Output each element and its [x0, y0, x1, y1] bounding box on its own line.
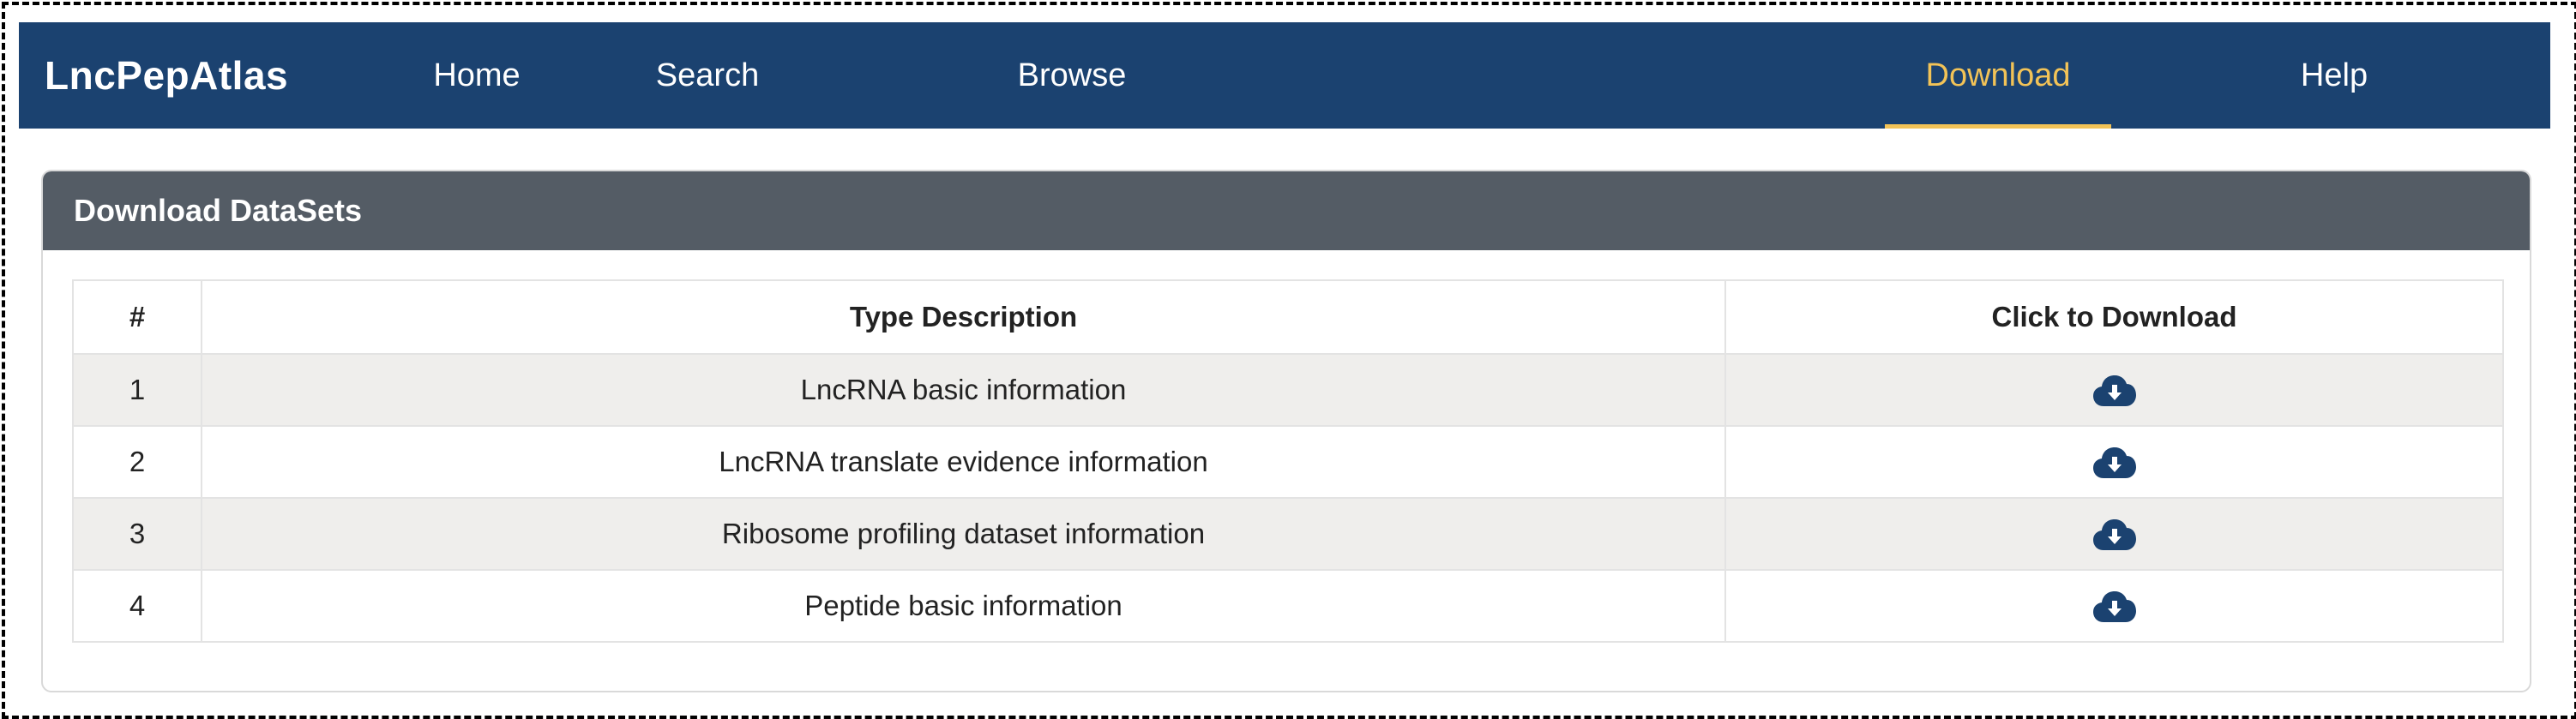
table-row: 4 Peptide basic information	[72, 569, 2504, 643]
row-number: 1	[72, 353, 202, 427]
table-header-row: # Type Description Click to Download	[72, 279, 2504, 355]
row-download-cell	[1724, 569, 2504, 643]
datasets-table-wrapper: # Type Description Click to Download 1 L…	[72, 279, 2504, 643]
row-number: 4	[72, 569, 202, 643]
top-navbar: LncPepAtlas Home Search Browse Download …	[19, 22, 2550, 129]
row-number: 2	[72, 425, 202, 499]
row-description: Peptide basic information	[201, 569, 1726, 643]
nav-help[interactable]: Help	[2248, 22, 2420, 129]
table-row: 2 LncRNA translate evidence information	[72, 425, 2504, 499]
nav-search[interactable]: Search	[564, 22, 851, 129]
header-type-description: Type Description	[201, 279, 1726, 355]
panel-title: Download DataSets	[43, 171, 2530, 250]
cloud-download-icon[interactable]	[2092, 374, 2137, 408]
cloud-download-icon[interactable]	[2092, 518, 2137, 552]
row-download-cell	[1724, 425, 2504, 499]
nav-home[interactable]: Home	[382, 22, 571, 129]
row-description: Ribosome profiling dataset information	[201, 497, 1726, 571]
row-download-cell	[1724, 497, 2504, 571]
table-row: 3 Ribosome profiling dataset information	[72, 497, 2504, 571]
nav-browse[interactable]: Browse	[926, 22, 1218, 129]
row-description: LncRNA basic information	[201, 353, 1726, 427]
datasets-table: # Type Description Click to Download 1 L…	[72, 279, 2504, 643]
nav-download[interactable]: Download	[1885, 22, 2111, 129]
cloud-download-icon[interactable]	[2092, 446, 2137, 480]
header-number: #	[72, 279, 202, 355]
cloud-download-icon[interactable]	[2092, 590, 2137, 624]
row-number: 3	[72, 497, 202, 571]
brand-logo[interactable]: LncPepAtlas	[45, 22, 288, 129]
row-download-cell	[1724, 353, 2504, 427]
table-row: 1 LncRNA basic information	[72, 353, 2504, 427]
download-datasets-panel: Download DataSets # Type Description Cli…	[41, 170, 2531, 692]
header-click-to-download: Click to Download	[1724, 279, 2504, 355]
row-description: LncRNA translate evidence information	[201, 425, 1726, 499]
